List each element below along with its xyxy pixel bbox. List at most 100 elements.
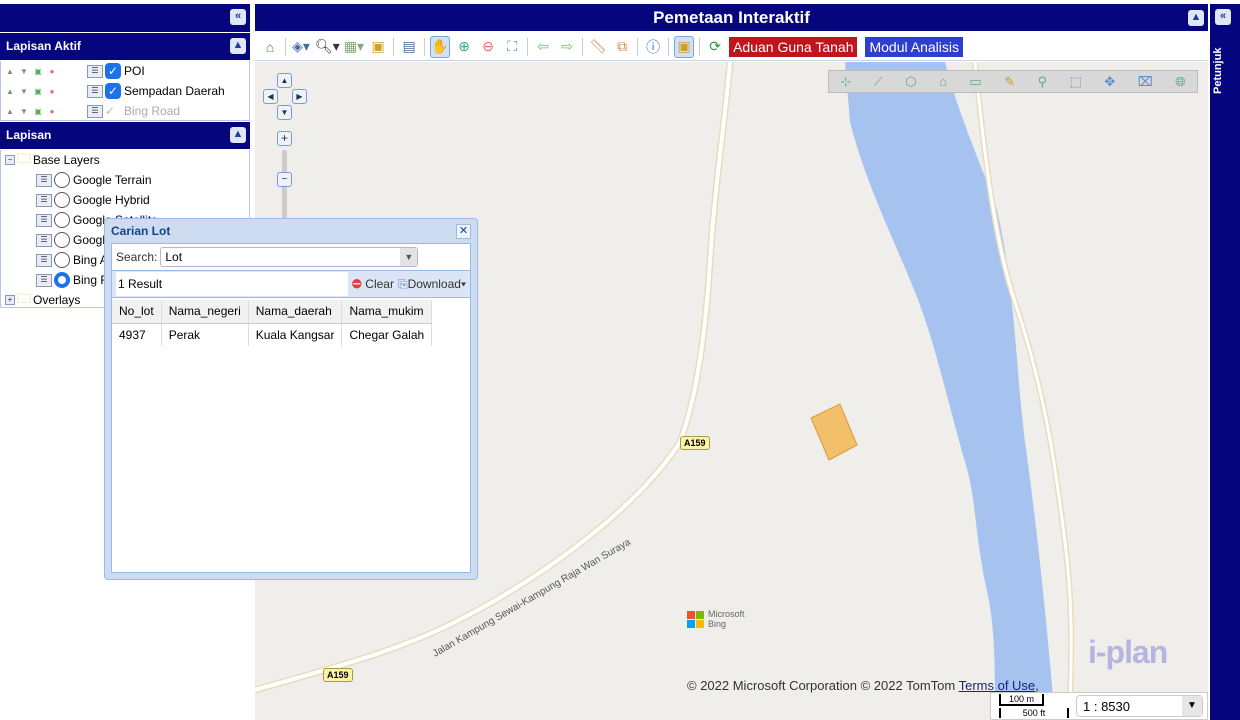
layer-radio[interactable] bbox=[54, 252, 70, 268]
chevron-down-icon[interactable]: ▼ bbox=[400, 248, 418, 266]
layer-checkbox[interactable]: ✓ bbox=[105, 104, 121, 118]
base-layer-item[interactable]: ☰ Google Terrain bbox=[1, 170, 249, 190]
layer-radio[interactable] bbox=[54, 232, 70, 248]
layer-radio[interactable] bbox=[54, 272, 70, 288]
remove-layer-icon[interactable]: ● bbox=[45, 87, 59, 96]
pan-right-button[interactable]: ▶ bbox=[292, 89, 307, 104]
add-label-icon[interactable]: ▭ bbox=[969, 74, 981, 90]
zoom-in-icon[interactable]: ⊕ bbox=[454, 36, 474, 58]
move-down-icon[interactable]: ▼ bbox=[17, 67, 31, 76]
collapse-icon[interactable]: − bbox=[5, 155, 15, 165]
road-shield-a159: A159 bbox=[680, 436, 710, 450]
close-icon[interactable]: ✕ bbox=[456, 223, 471, 239]
table-cell: Chegar Galah bbox=[341, 323, 433, 346]
layer-style-icon[interactable]: ▣ bbox=[31, 67, 45, 76]
legend-icon[interactable]: ☰ bbox=[36, 193, 52, 207]
pan-left-button[interactable]: ◀ bbox=[263, 89, 278, 104]
petunjuk-tab[interactable]: Petunjuk bbox=[1212, 34, 1224, 94]
globe-icon[interactable]: 🌐︎ bbox=[1175, 74, 1185, 90]
delete-icon[interactable]: ⌧ bbox=[1138, 74, 1153, 90]
terms-of-use-link[interactable]: Terms of Use bbox=[959, 678, 1036, 693]
refresh-icon[interactable]: ⟳ bbox=[705, 36, 725, 58]
layer-radio[interactable] bbox=[54, 212, 70, 228]
zoom-slider-handle[interactable]: − bbox=[277, 172, 292, 187]
layer-style-icon[interactable]: ▣ bbox=[31, 107, 45, 116]
column-header[interactable]: Nama_mukim bbox=[341, 300, 433, 324]
home-icon[interactable]: ⌂ bbox=[260, 36, 280, 58]
move-icon[interactable]: ✥ bbox=[1104, 74, 1115, 90]
add-line-icon[interactable]: ⟋ bbox=[874, 74, 883, 90]
move-down-icon[interactable]: ▼ bbox=[17, 107, 31, 116]
move-down-icon[interactable]: ▼ bbox=[17, 87, 31, 96]
legend-icon[interactable]: ☰ bbox=[36, 253, 52, 267]
back-arrow-icon[interactable]: ⇦ bbox=[533, 36, 553, 58]
map-icon[interactable]: ▣ bbox=[368, 36, 388, 58]
forward-arrow-icon[interactable]: ⇨ bbox=[557, 36, 577, 58]
expand-icon[interactable]: + bbox=[5, 295, 15, 305]
pan-up-button[interactable]: ▲ bbox=[277, 73, 292, 88]
add-polygon-icon[interactable]: ⬡ bbox=[905, 74, 916, 90]
remove-layer-icon[interactable]: ● bbox=[45, 67, 59, 76]
zoom-in-button[interactable]: + bbox=[277, 131, 292, 146]
legend-icon[interactable]: ☰ bbox=[36, 213, 52, 227]
dialog-header[interactable]: Carian Lot ✕ bbox=[111, 219, 471, 243]
info-icon[interactable]: ⓘ bbox=[643, 36, 663, 58]
select-icon[interactable]: ⬚ bbox=[1070, 74, 1082, 90]
zoom-out-icon[interactable]: ⊖ bbox=[478, 36, 498, 58]
search-icon[interactable]: 🔍︎▾ bbox=[315, 36, 340, 58]
layer-checkbox[interactable]: ✓ bbox=[105, 83, 121, 99]
folder-icon: 🗀 bbox=[17, 290, 31, 306]
measure-line-icon[interactable]: 📏︎ bbox=[588, 36, 608, 58]
aduan-guna-tanah-button[interactable]: Aduan Guna Tanah bbox=[729, 36, 858, 57]
base-layer-item[interactable]: ☰ Google Hybrid bbox=[1, 190, 249, 210]
chevron-down-icon[interactable]: ▼ bbox=[1182, 696, 1202, 716]
measure-area-icon[interactable]: ⧉ bbox=[612, 36, 632, 58]
table-row[interactable]: 4937 Perak Kuala Kangsar Chegar Galah bbox=[112, 323, 433, 346]
river bbox=[845, 62, 1055, 720]
legend-icon[interactable]: ☰ bbox=[36, 273, 52, 287]
collapse-title-button[interactable]: ▲ bbox=[1188, 10, 1204, 26]
remove-layer-icon[interactable]: ● bbox=[45, 107, 59, 116]
collapse-active-layers-button[interactable]: ▲ bbox=[230, 38, 246, 54]
active-layer-item: ▲ ▼ ▣ ● ☰ ✓ Sempadan Daerah bbox=[1, 81, 249, 101]
column-header[interactable]: Nama_negeri bbox=[161, 300, 249, 324]
clear-button[interactable]: ⛔︎ Clear bbox=[352, 277, 394, 292]
grid-dropdown-icon[interactable]: ▦▾ bbox=[344, 36, 364, 58]
edit-pencil-icon[interactable]: ✎ bbox=[1004, 74, 1015, 90]
page-title: Pemetaan Interaktif bbox=[653, 8, 810, 27]
layers-dropdown-icon[interactable]: ◈▾ bbox=[291, 36, 311, 58]
table-cell: Perak bbox=[161, 323, 249, 346]
move-up-icon[interactable]: ▲ bbox=[3, 87, 17, 96]
legend-icon[interactable]: ☰ bbox=[87, 104, 103, 118]
legend-icon[interactable]: ☰ bbox=[87, 64, 103, 78]
layer-checkbox[interactable]: ✓ bbox=[105, 63, 121, 79]
collapse-left-panel-button[interactable]: « bbox=[230, 9, 246, 25]
column-header[interactable]: Nama_daerah bbox=[248, 300, 343, 324]
move-up-icon[interactable]: ▲ bbox=[3, 67, 17, 76]
layer-style-icon[interactable]: ▣ bbox=[31, 87, 45, 96]
full-extent-icon[interactable]: ⛶ bbox=[502, 36, 522, 58]
legend-icon[interactable]: ☰ bbox=[87, 84, 103, 98]
add-building-icon[interactable]: ⌂ bbox=[939, 74, 947, 89]
lot-parcel bbox=[810, 403, 858, 461]
layer-radio[interactable] bbox=[54, 192, 70, 208]
legend-icon[interactable]: ☰ bbox=[36, 173, 52, 187]
collapse-layers-button[interactable]: ▲ bbox=[230, 127, 246, 143]
identify-icon[interactable]: ▣ bbox=[674, 35, 695, 58]
scale-select[interactable]: 1 : 8530 ▼ bbox=[1076, 695, 1203, 717]
layer-radio[interactable] bbox=[54, 172, 70, 188]
search-input[interactable]: Lot ▼ bbox=[160, 247, 419, 267]
vertex-edit-icon[interactable]: ⚲ bbox=[1038, 74, 1048, 90]
add-point-icon[interactable]: ⊹ bbox=[840, 74, 851, 90]
move-up-icon[interactable]: ▲ bbox=[3, 107, 17, 116]
column-header[interactable]: No_lot bbox=[112, 300, 162, 324]
save-map-icon[interactable]: ▤ bbox=[399, 36, 419, 58]
legend-icon[interactable]: ☰ bbox=[36, 233, 52, 247]
expand-right-panel-button[interactable]: « bbox=[1215, 9, 1231, 25]
tree-node-base-layers[interactable]: − 🗀 Base Layers bbox=[1, 150, 249, 170]
folder-icon: 🗀 bbox=[17, 150, 31, 166]
pan-hand-icon[interactable]: ✋ bbox=[430, 35, 451, 58]
pan-down-button[interactable]: ▼ bbox=[277, 105, 292, 120]
download-button[interactable]: ⎘Download▾ bbox=[398, 277, 466, 292]
modul-analisis-button[interactable]: Modul Analisis bbox=[865, 36, 963, 57]
